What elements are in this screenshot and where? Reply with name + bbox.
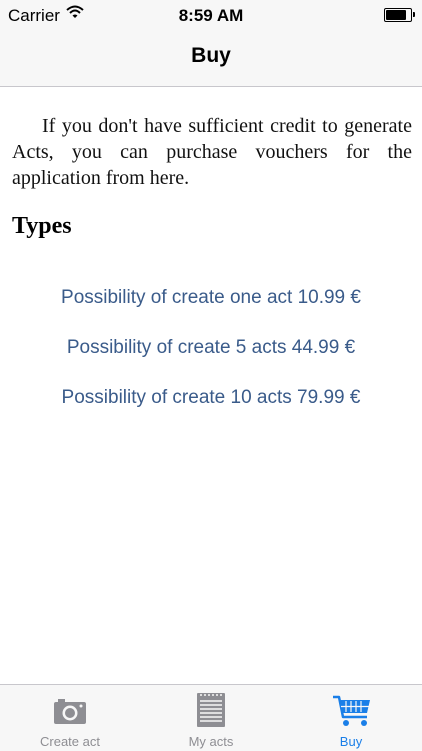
types-heading: Types <box>12 213 72 239</box>
tab-buy-label: Buy <box>339 734 363 749</box>
status-bar: Carrier 8:59 AM <box>0 0 422 30</box>
tab-bar: Create act My acts Buy <box>0 684 422 751</box>
battery-icon <box>384 8 415 22</box>
content-area[interactable]: If you don't have sufficient credit to g… <box>0 87 422 684</box>
option-one-act[interactable]: Possibility of create one act 10.99 € <box>0 287 422 309</box>
option-five-acts[interactable]: Possibility of create 5 acts 44.99 € <box>0 337 422 359</box>
page-title: Buy <box>191 44 231 67</box>
camera-icon <box>0 691 140 729</box>
status-time: 8:59 AM <box>178 6 244 25</box>
intro-text: If you don't have sufficient credit to g… <box>12 115 412 189</box>
notepad-icon <box>141 691 281 729</box>
cart-icon <box>281 691 421 729</box>
tab-create-act[interactable]: Create act <box>0 685 140 751</box>
tab-my-acts-label: My acts <box>188 734 234 749</box>
tab-buy[interactable]: Buy <box>281 685 421 751</box>
navigation-bar: Buy <box>0 30 422 87</box>
option-ten-acts[interactable]: Possibility of create 10 acts 79.99 € <box>0 387 422 409</box>
tab-create-act-label: Create act <box>40 734 100 749</box>
tab-my-acts[interactable]: My acts <box>141 685 281 751</box>
